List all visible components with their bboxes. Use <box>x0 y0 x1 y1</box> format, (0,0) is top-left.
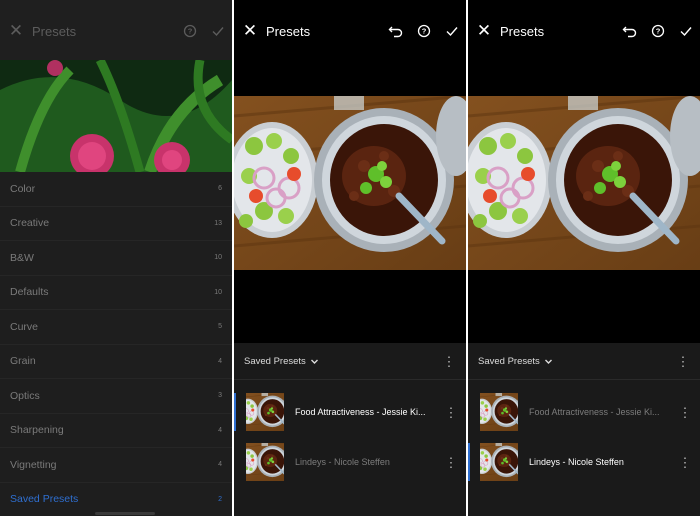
header: ✕ Presets ? <box>468 0 700 62</box>
page-title: Presets <box>32 23 77 39</box>
category-label: Grain <box>10 355 36 368</box>
page-title: Presets <box>500 23 545 39</box>
category-item-bw[interactable]: B&W 10 <box>0 241 232 276</box>
list-item[interactable]: Lindeys - Nicole Steffen ⋮ <box>468 437 700 487</box>
header: ✕ Presets ? <box>0 0 232 62</box>
selection-indicator <box>234 393 236 431</box>
saved-presets-dropdown[interactable]: Saved Presets <box>478 356 553 367</box>
selection-indicator <box>468 443 470 481</box>
category-count: 4 <box>218 426 222 434</box>
more-vertical-icon[interactable]: ⋮ <box>444 406 458 419</box>
section-title: Saved Presets <box>478 355 540 367</box>
list-item[interactable]: Lindeys - Nicole Steffen ⋮ <box>234 437 466 487</box>
presets-categories-screen: ✕ Presets ? Color 6 Creative 13 B&W 10 Defa… <box>0 0 232 516</box>
help-icon[interactable]: ? <box>176 24 204 38</box>
category-item-curve[interactable]: Curve 5 <box>0 310 232 345</box>
category-count: 4 <box>218 461 222 469</box>
category-item-vignetting[interactable]: Vignetting 4 <box>0 448 232 483</box>
category-label: Color <box>10 182 36 195</box>
category-label: Sharpening <box>10 424 64 437</box>
category-label: Vignetting <box>10 458 57 471</box>
saved-presets-screen-first: ✕ Presets ? Saved Presets ⋮ Food Attract… <box>234 0 466 516</box>
svg-text:?: ? <box>656 27 661 36</box>
saved-presets-header: Saved Presets ⋮ <box>468 343 700 380</box>
checkmark-icon[interactable] <box>204 24 232 38</box>
close-icon[interactable]: ✕ <box>235 21 265 41</box>
preset-thumbnail <box>480 443 518 481</box>
category-item-grain[interactable]: Grain 4 <box>0 344 232 379</box>
category-count: 10 <box>214 254 222 262</box>
category-count: 5 <box>218 323 222 331</box>
scroll-indicator <box>95 512 155 515</box>
more-vertical-icon[interactable]: ⋮ <box>676 355 690 368</box>
category-label: Curve <box>10 320 39 333</box>
close-icon[interactable]: ✕ <box>469 21 499 41</box>
preset-name: Lindeys - Nicole Steffen <box>529 457 624 467</box>
chevron-down-icon <box>544 359 552 364</box>
svg-text:?: ? <box>188 27 193 36</box>
category-label: Defaults <box>10 286 49 299</box>
checkmark-icon[interactable] <box>672 24 700 38</box>
header: ✕ Presets ? <box>234 0 466 62</box>
category-count: 6 <box>218 185 222 193</box>
preset-thumbnail <box>480 393 518 431</box>
category-count: 4 <box>218 357 222 365</box>
preset-thumbnail <box>246 443 284 481</box>
category-count: 13 <box>214 219 222 227</box>
preset-name: Lindeys - Nicole Steffen <box>295 457 390 467</box>
category-label: Saved Presets <box>10 493 79 506</box>
list-item[interactable]: Food Attractiveness - Jessie Ki... ⋮ <box>234 387 466 437</box>
saved-presets-screen-second: ✕ Presets ? Saved Presets ⋮ Food Attract… <box>468 0 700 516</box>
preset-thumbnail <box>246 393 284 431</box>
page-title: Presets <box>266 23 311 39</box>
category-item-saved-presets[interactable]: Saved Presets 2 <box>0 482 232 516</box>
close-icon[interactable]: ✕ <box>1 21 31 41</box>
preset-name: Food Attractiveness - Jessie Ki... <box>529 407 660 417</box>
section-title: Saved Presets <box>244 355 306 367</box>
category-label: Creative <box>10 217 50 230</box>
category-item-defaults[interactable]: Defaults 10 <box>0 275 232 310</box>
preset-list: Food Attractiveness - Jessie Ki... ⋮ Lin… <box>234 380 466 516</box>
more-vertical-icon[interactable]: ⋮ <box>444 456 458 469</box>
list-item[interactable]: Food Attractiveness - Jessie Ki... ⋮ <box>468 387 700 437</box>
preset-list: Food Attractiveness - Jessie Ki... ⋮ Lin… <box>468 380 700 516</box>
preset-name: Food Attractiveness - Jessie Ki... <box>295 407 426 417</box>
photo-preview <box>468 96 700 270</box>
more-vertical-icon[interactable]: ⋮ <box>678 406 692 419</box>
svg-text:?: ? <box>422 27 427 36</box>
category-label: B&W <box>10 251 34 264</box>
category-list: Color 6 Creative 13 B&W 10 Defaults 10 Curve… <box>0 172 232 516</box>
saved-presets-dropdown[interactable]: Saved Presets <box>244 356 319 367</box>
more-vertical-icon[interactable]: ⋮ <box>442 355 456 368</box>
category-label: Optics <box>10 389 40 402</box>
undo-icon[interactable] <box>382 24 410 38</box>
more-vertical-icon[interactable]: ⋮ <box>678 456 692 469</box>
photo-preview <box>0 60 232 172</box>
category-item-optics[interactable]: Optics 3 <box>0 379 232 414</box>
undo-icon[interactable] <box>616 24 644 38</box>
chevron-down-icon <box>310 359 318 364</box>
photo-preview <box>234 96 466 270</box>
category-item-creative[interactable]: Creative 13 <box>0 206 232 241</box>
category-item-sharpening[interactable]: Sharpening 4 <box>0 413 232 448</box>
category-count: 2 <box>218 495 222 503</box>
help-icon[interactable]: ? <box>644 24 672 38</box>
category-item-color[interactable]: Color 6 <box>0 172 232 207</box>
help-icon[interactable]: ? <box>410 24 438 38</box>
category-count: 10 <box>214 288 222 296</box>
checkmark-icon[interactable] <box>438 24 466 38</box>
saved-presets-header: Saved Presets ⋮ <box>234 343 466 380</box>
category-count: 3 <box>218 392 222 400</box>
